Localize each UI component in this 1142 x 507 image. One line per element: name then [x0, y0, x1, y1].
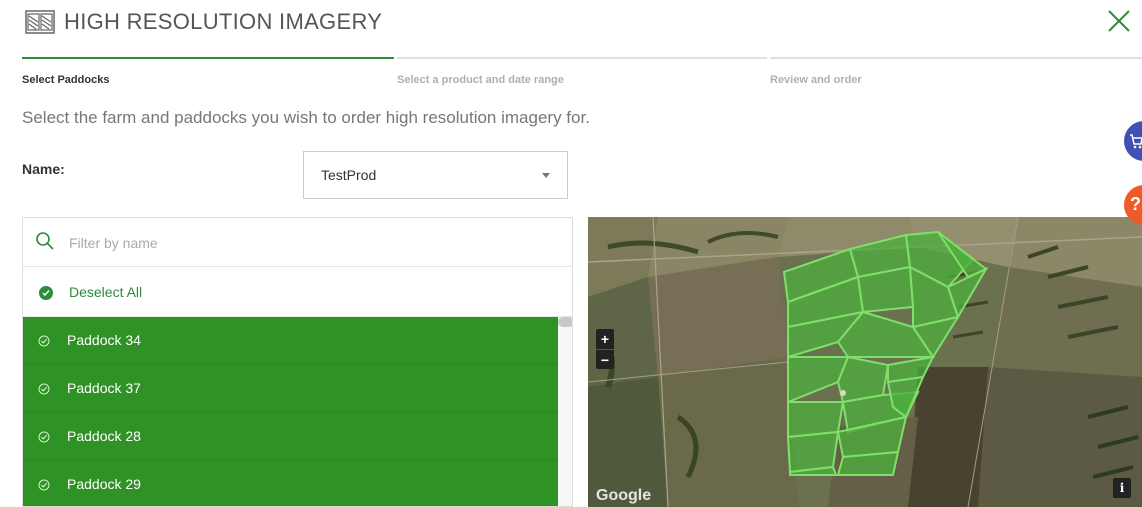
- filter-by-name-input[interactable]: [67, 230, 551, 256]
- check-circle-icon: [38, 478, 50, 491]
- search-icon: [35, 231, 55, 256]
- instruction-text: Select the farm and paddocks you wish to…: [22, 108, 590, 127]
- check-circle-icon: [38, 334, 50, 347]
- step-indicator: [770, 57, 1142, 59]
- map-info-button[interactable]: i: [1113, 478, 1131, 498]
- satellite-imagery-icon: [25, 10, 55, 34]
- step-review-order: Review and order: [770, 74, 862, 86]
- list-item-label: Paddock 37: [67, 380, 141, 396]
- satellite-map[interactable]: + − Google i: [588, 217, 1142, 507]
- cart-button[interactable]: [1124, 121, 1142, 161]
- zoom-out-button[interactable]: −: [596, 349, 614, 370]
- list-item[interactable]: Paddock 28: [23, 413, 558, 461]
- check-circle-icon: [38, 382, 50, 395]
- page-title: HIGH RESOLUTION IMAGERY: [64, 9, 383, 34]
- step-indicator: [397, 57, 767, 59]
- zoom-in-button[interactable]: +: [596, 329, 614, 349]
- list-item-label: Paddock 34: [67, 332, 141, 348]
- check-circle-icon: [38, 430, 50, 443]
- filter-row: [23, 218, 572, 267]
- check-circle-icon: [39, 286, 53, 300]
- list-item-label: Paddock 28: [67, 428, 141, 444]
- deselect-all-label: Deselect All: [69, 284, 143, 300]
- scrollbar-thumb[interactable]: [558, 317, 572, 327]
- satellite-map-imagery: [588, 217, 1142, 507]
- help-icon: ?: [1130, 194, 1141, 214]
- farm-select[interactable]: TestProd: [303, 151, 568, 199]
- list-item[interactable]: Paddock 29: [23, 461, 558, 506]
- list-item-label: Paddock 29: [67, 476, 141, 492]
- list-item[interactable]: Paddock 34: [23, 317, 558, 365]
- paddock-list-panel: Deselect All Paddock 34 Paddock 37 Paddo…: [22, 217, 573, 507]
- dropdown-arrow-icon: [542, 173, 550, 178]
- list-item[interactable]: Paddock 37: [23, 365, 558, 413]
- step-select-product: Select a product and date range: [397, 74, 564, 86]
- map-attribution: Google: [596, 487, 652, 504]
- farm-name-label: Name:: [22, 161, 65, 177]
- paddock-list: Paddock 34 Paddock 37 Paddock 28 Paddock…: [23, 317, 558, 506]
- farm-select-value: TestProd: [321, 167, 377, 183]
- map-zoom-control: + −: [596, 329, 614, 369]
- cart-icon: [1129, 133, 1142, 154]
- step-indicator-active: [22, 57, 394, 59]
- close-icon[interactable]: [1104, 6, 1134, 36]
- deselect-all-button[interactable]: Deselect All: [23, 267, 572, 317]
- step-select-paddocks: Select Paddocks: [22, 74, 110, 86]
- scrollbar-track[interactable]: [558, 317, 572, 506]
